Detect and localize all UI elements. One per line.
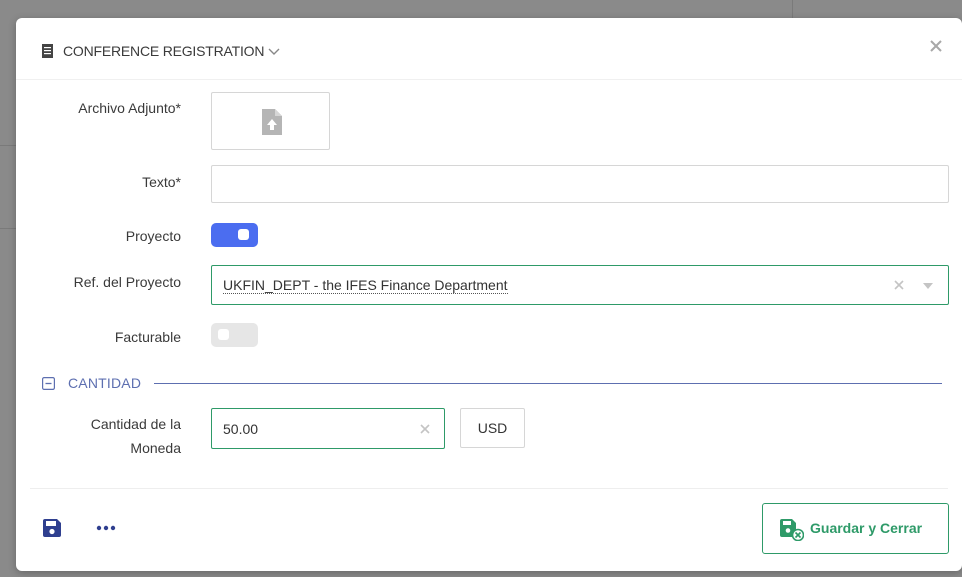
text-input[interactable] [211, 165, 949, 203]
toggle-knob [218, 329, 229, 340]
save-and-close-button[interactable]: Guardar y Cerrar [762, 503, 949, 554]
project-ref-label: Ref. del Proyecto [73, 274, 181, 290]
project-ref-value: UKFIN_DEPT - the IFES Finance Department [223, 277, 508, 294]
chevron-down-icon[interactable] [268, 46, 280, 56]
backdrop-divider [792, 0, 793, 18]
backdrop-divider [0, 228, 16, 229]
project-label: Proyecto [125, 228, 181, 244]
caret-down-icon[interactable] [923, 283, 933, 289]
attachment-label: Archivo Adjunto* [78, 100, 181, 116]
clear-icon[interactable] [894, 280, 904, 290]
project-ref-select[interactable]: UKFIN_DEPT - the IFES Finance Department [211, 265, 949, 305]
currency-amount-label-line2: Moneda [130, 440, 181, 456]
billable-label: Facturable [114, 329, 181, 345]
currency-amount-input[interactable]: 50.00 [211, 408, 445, 449]
section-divider [154, 383, 942, 384]
text-label: Texto* [142, 174, 181, 190]
save-icon[interactable] [43, 519, 61, 537]
billable-toggle[interactable] [211, 323, 258, 347]
clear-icon[interactable] [420, 424, 430, 434]
section-title: CANTIDAD [68, 375, 142, 391]
close-icon[interactable] [928, 38, 944, 54]
collapse-icon[interactable] [42, 377, 55, 390]
attachment-upload-button[interactable] [211, 92, 330, 150]
amount-section-header: CANTIDAD [42, 374, 942, 394]
conference-registration-modal: CONFERENCE REGISTRATION Archivo Adjunto*… [16, 18, 962, 571]
toggle-knob [238, 229, 249, 240]
backdrop-divider [0, 145, 16, 146]
save-close-icon [780, 519, 804, 541]
currency-amount-value: 50.00 [223, 421, 259, 437]
document-icon [42, 44, 53, 58]
file-upload-icon [262, 109, 282, 135]
currency-button[interactable]: USD [460, 408, 525, 448]
modal-title: CONFERENCE REGISTRATION [63, 43, 265, 59]
save-and-close-label: Guardar y Cerrar [810, 520, 923, 536]
currency-amount-label-line1: Cantidad de la [90, 416, 181, 432]
project-toggle[interactable] [211, 223, 258, 247]
modal-header: CONFERENCE REGISTRATION [16, 18, 962, 80]
more-options-icon[interactable] [96, 525, 116, 531]
footer-divider [30, 488, 948, 489]
